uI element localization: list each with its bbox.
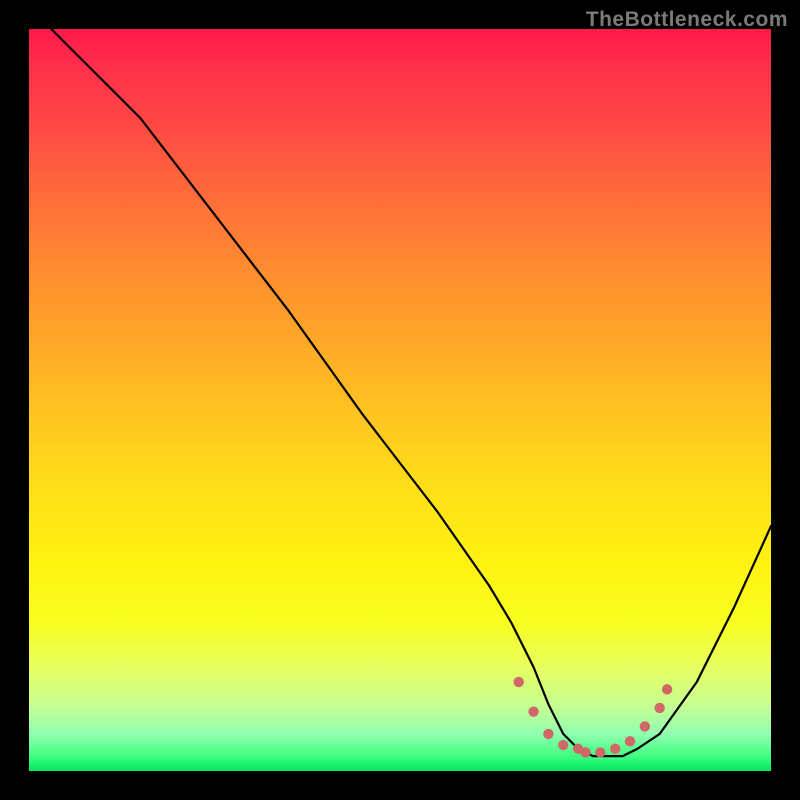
plot-gradient-background [29, 29, 771, 771]
chart-container: TheBottleneck.com [0, 0, 800, 800]
